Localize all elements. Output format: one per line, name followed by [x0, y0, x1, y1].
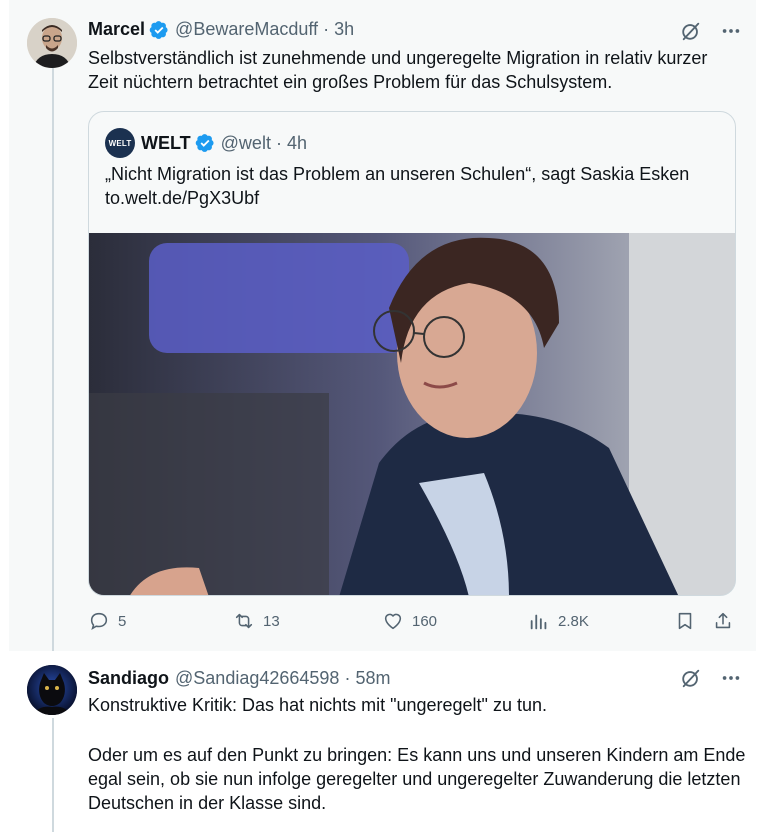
separator: · — [323, 19, 330, 39]
grok-icon[interactable] — [680, 20, 702, 42]
like-count: 160 — [412, 612, 438, 630]
tweet-text-paragraph: Oder um es auf den Punkt zu bringen: Es … — [88, 745, 746, 813]
tweet-top-actions — [680, 667, 742, 689]
reply-icon — [88, 610, 110, 632]
views-button[interactable]: 2.8K — [528, 610, 589, 632]
quoted-author-name[interactable]: WELT — [141, 133, 191, 154]
author-name[interactable]: Marcel — [88, 19, 145, 40]
author-handle[interactable]: @Sandiag42664598 — [175, 668, 339, 689]
avatar[interactable] — [27, 665, 77, 715]
bookmark-icon — [674, 610, 696, 632]
retweet-icon — [233, 610, 255, 632]
quoted-tweet-photo[interactable] — [89, 233, 735, 595]
tweet-text: Selbstverständlich ist zunehmende und un… — [88, 48, 708, 92]
avatar[interactable] — [27, 18, 77, 68]
quoted-tweet-header: WELT WELT @welt · 4h — [105, 128, 307, 158]
more-options-icon[interactable] — [720, 667, 742, 689]
tweet-header: Marcel @BewareMacduff · 3h — [88, 19, 354, 40]
thread-connector-line — [52, 68, 54, 651]
separator: · — [344, 668, 351, 688]
grok-icon[interactable] — [680, 667, 702, 689]
timestamp[interactable]: 3h — [334, 19, 354, 40]
author-handle[interactable]: @BewareMacduff — [175, 19, 318, 40]
share-icon — [712, 610, 734, 632]
retweet-count: 13 — [263, 612, 280, 630]
quoted-author-handle[interactable]: @welt — [221, 133, 271, 154]
tweet-text-paragraph: Konstruktive Kritik: Das hat nichts mit … — [88, 695, 547, 715]
author-name[interactable]: Sandiago — [88, 668, 169, 689]
reply-count: 5 — [118, 612, 127, 630]
reply-button[interactable]: 5 — [88, 610, 126, 632]
verified-badge-icon — [149, 20, 169, 40]
welt-logo[interactable]: WELT — [105, 128, 135, 158]
quoted-tweet-text: „Nicht Migration ist das Problem an unse… — [105, 164, 690, 208]
thread-connector-line — [52, 718, 54, 832]
verified-badge-icon — [195, 133, 215, 153]
quoted-tweet-card[interactable]: WELT WELT @welt · 4h „Nicht Migration is… — [88, 111, 736, 596]
tweet-header: Sandiago @Sandiag42664598 · 58m — [88, 668, 390, 689]
separator: · — [275, 132, 282, 153]
tweet-top-actions — [680, 20, 742, 42]
timestamp[interactable]: 58m — [355, 668, 390, 689]
retweet-button[interactable]: 13 — [233, 610, 280, 632]
quoted-timestamp[interactable]: 4h — [287, 133, 307, 154]
like-button[interactable]: 160 — [382, 610, 437, 632]
analytics-icon — [528, 610, 550, 632]
heart-icon — [382, 610, 404, 632]
bookmark-button[interactable] — [674, 610, 704, 632]
share-button[interactable] — [712, 610, 742, 632]
view-count: 2.8K — [558, 612, 589, 630]
more-options-icon[interactable] — [720, 20, 742, 42]
tweet-action-bar: 5 13 160 2.8K — [88, 610, 738, 638]
